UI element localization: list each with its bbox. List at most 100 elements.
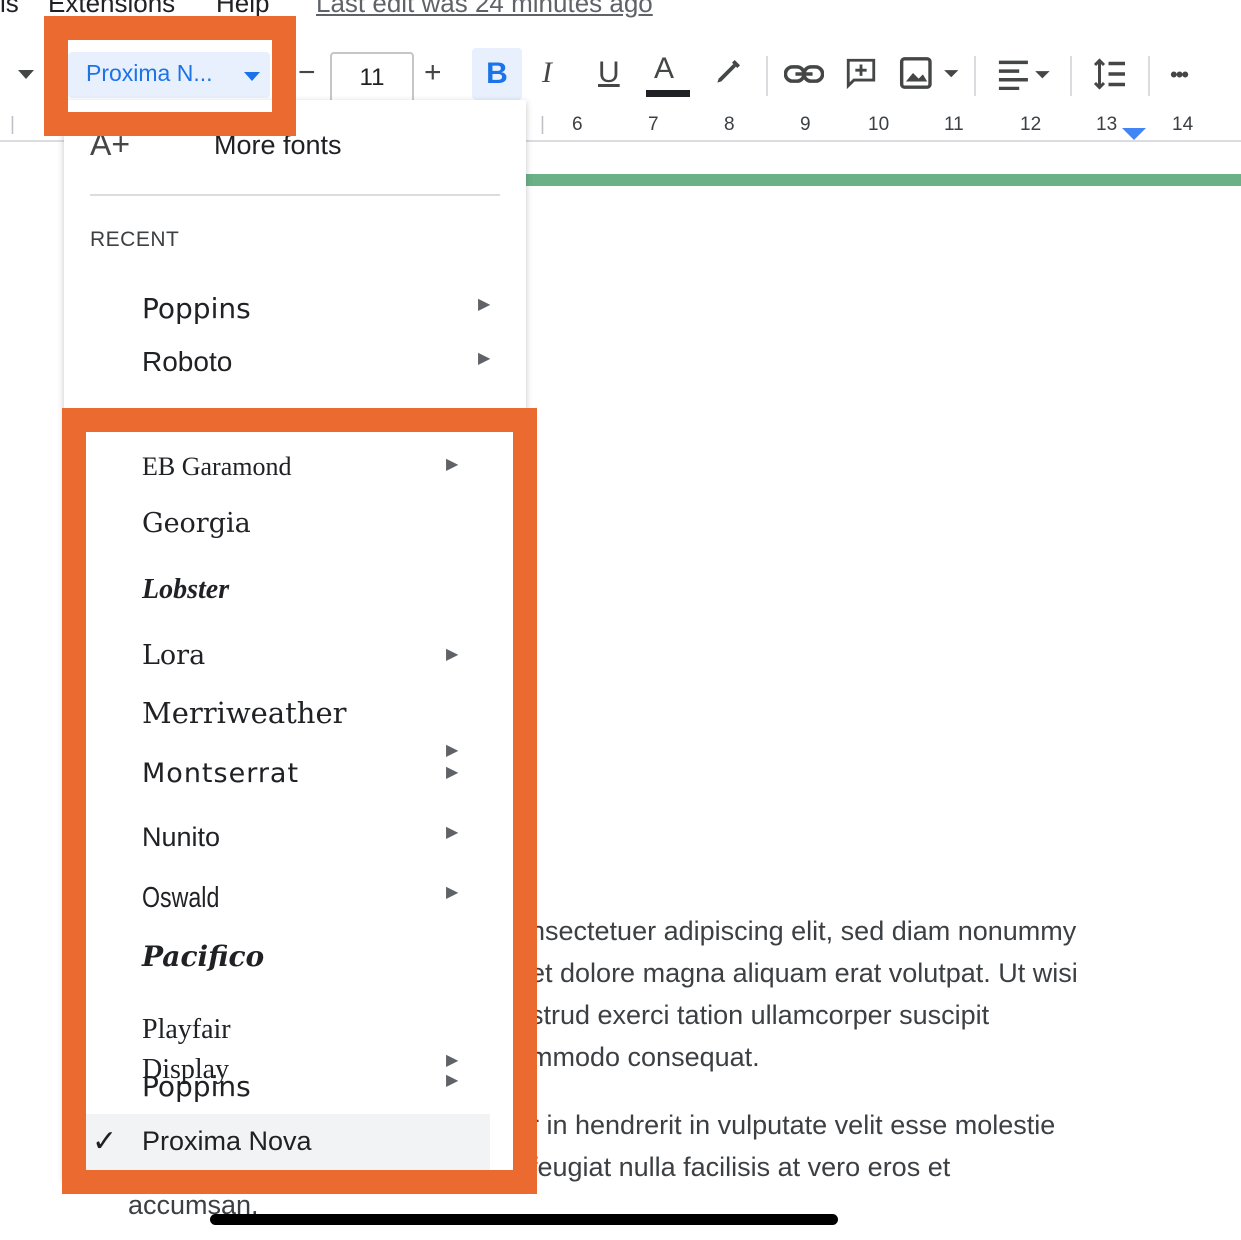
home-indicator	[210, 1214, 838, 1225]
ruler-tick: |	[10, 114, 15, 135]
font-item-label: Merriweather	[142, 696, 347, 730]
text-color-swatch	[646, 90, 690, 97]
more-fonts-item[interactable]: A+ More fonts	[90, 126, 510, 166]
link-icon	[783, 65, 825, 83]
text-color-button[interactable]: A	[646, 52, 690, 97]
increase-font-size-button[interactable]: +	[424, 58, 442, 88]
font-item-proxima-nova-selected[interactable]: ✓ Proxima Nova	[86, 1114, 490, 1170]
toolbar-divider	[766, 56, 768, 96]
doc-line: mmodo consequat.	[530, 1042, 760, 1072]
doc-line: r in hendrerit in vulputate velit esse m…	[530, 1110, 1056, 1140]
submenu-arrow-icon: ▶	[478, 296, 491, 313]
menu-help[interactable]: Help	[216, 0, 269, 19]
font-item-label: Poppins	[142, 292, 251, 325]
font-item-label: EB Garamond	[142, 452, 292, 481]
insert-link-button[interactable]	[783, 58, 825, 96]
doc-line: strud exerci tation ullamcorper suscipit	[530, 1000, 990, 1030]
font-size-input[interactable]: 11	[330, 52, 414, 104]
comment-add-icon	[846, 58, 876, 90]
style-dropdown-caret-icon[interactable]	[18, 70, 34, 79]
insert-image-button[interactable]	[898, 56, 962, 96]
add-font-icon: A+	[90, 126, 131, 162]
menu-extensions[interactable]: Extensions	[48, 0, 175, 19]
right-indent-marker-icon[interactable]	[1122, 128, 1146, 140]
doc-line: et dolore magna aliquam erat volutpat. U…	[530, 958, 1078, 988]
font-item-oswald[interactable]: Oswald ▶	[64, 882, 504, 926]
checkmark-icon: ✓	[92, 1125, 118, 1158]
submenu-arrow-icon: ▶	[446, 742, 459, 759]
highlight-color-button[interactable]	[712, 56, 744, 94]
ruler-number: 10	[868, 114, 890, 135]
submenu-arrow-icon: ▶	[446, 764, 459, 781]
document-banner-bar	[526, 174, 1241, 186]
font-item-montserrat[interactable]: Montserrat ▶ ▶	[64, 742, 504, 802]
font-item-label: Nunito	[142, 822, 221, 852]
font-item-label: Poppins	[142, 1070, 251, 1103]
submenu-arrow-icon: ▶	[446, 456, 459, 473]
marker-icon	[717, 60, 740, 83]
doc-line: feugiat nulla facilisis at vero eros et	[530, 1152, 951, 1182]
line-spacing-icon	[1093, 58, 1125, 90]
font-item-label: Oswald	[142, 882, 220, 914]
font-item-eb-garamond[interactable]: EB Garamond ▶	[64, 452, 504, 496]
ruler-number: 14	[1172, 114, 1194, 135]
submenu-arrow-icon: ▶	[446, 1072, 459, 1089]
add-comment-button[interactable]	[844, 56, 878, 96]
menu-bar: ls Extensions Help Last edit was 24 minu…	[0, 0, 1241, 24]
ruler-number: 11	[944, 114, 964, 135]
font-item-label: Georgia	[142, 508, 251, 539]
doc-line: nsectetuer adipiscing elit, sed diam non…	[530, 916, 1077, 946]
font-item-label: Pacifico	[142, 940, 265, 973]
ruler-number: 12	[1020, 114, 1042, 135]
submenu-arrow-icon: ▶	[446, 646, 459, 663]
font-item-label: Roboto	[142, 346, 233, 377]
more-fonts-label: More fonts	[214, 130, 342, 160]
font-family-menu: A+ More fonts RECENT Poppins ▶ Roboto ▶ …	[64, 100, 526, 1180]
font-item-recent-poppins[interactable]: Poppins ▶	[64, 292, 504, 336]
font-item-recent-roboto[interactable]: Roboto ▶	[64, 346, 504, 390]
chevron-down-icon	[244, 72, 260, 81]
recent-section-header: RECENT	[90, 228, 180, 251]
font-item-lora[interactable]: Lora ▶	[64, 640, 504, 684]
font-item-pacifico[interactable]: Pacifico	[64, 940, 504, 984]
document-paragraph: nsectetuer adipiscing elit, sed diam non…	[530, 910, 1230, 1078]
toolbar-divider	[1148, 56, 1150, 96]
underline-button[interactable]: U	[598, 58, 620, 88]
ruler-number: 9	[800, 114, 811, 135]
submenu-arrow-icon: ▶	[478, 350, 491, 367]
submenu-arrow-icon: ▶	[446, 1052, 459, 1069]
ruler-number: 8	[724, 114, 735, 135]
toolbar-divider	[1070, 56, 1072, 96]
menu-divider	[90, 194, 500, 196]
line-spacing-button[interactable]	[1090, 56, 1130, 98]
font-item-label: Lobster	[142, 574, 230, 605]
last-edit-link[interactable]: Last edit was 24 minutes ago	[316, 0, 653, 19]
more-options-button[interactable]: •••	[1170, 64, 1189, 86]
font-item-label: Lora	[142, 640, 206, 671]
font-item-merriweather[interactable]: Merriweather	[64, 696, 504, 740]
submenu-arrow-icon: ▶	[446, 884, 459, 901]
font-item-nunito[interactable]: Nunito ▶	[64, 822, 504, 866]
italic-button[interactable]: I	[542, 58, 552, 88]
font-family-value: Proxima N...	[86, 60, 213, 86]
font-family-dropdown[interactable]: Proxima N...	[68, 52, 270, 98]
ruler-number: 6	[572, 114, 583, 135]
font-item-georgia[interactable]: Georgia	[64, 508, 504, 552]
align-left-icon	[998, 60, 1050, 91]
ruler-number: 7	[648, 114, 659, 135]
document-paragraph: r in hendrerit in vulputate velit esse m…	[530, 1104, 1230, 1188]
toolbar-divider	[974, 56, 976, 96]
ruler-tick: |	[540, 114, 545, 135]
menu-tools-partial[interactable]: ls	[0, 0, 19, 19]
text-color-icon: A	[654, 52, 675, 85]
align-dropdown-button[interactable]	[996, 58, 1054, 96]
image-icon	[899, 57, 959, 89]
font-item-label: Montserrat	[142, 758, 300, 789]
font-item-lobster[interactable]: Lobster	[64, 574, 504, 618]
ruler-number: 13	[1096, 114, 1118, 135]
decrease-font-size-button[interactable]: −	[298, 58, 316, 88]
submenu-arrow-icon: ▶	[446, 824, 459, 841]
bold-button[interactable]: B	[472, 48, 522, 100]
font-item-label: Proxima Nova	[142, 1126, 312, 1156]
font-item-poppins[interactable]: Poppins ▶	[64, 1070, 504, 1114]
